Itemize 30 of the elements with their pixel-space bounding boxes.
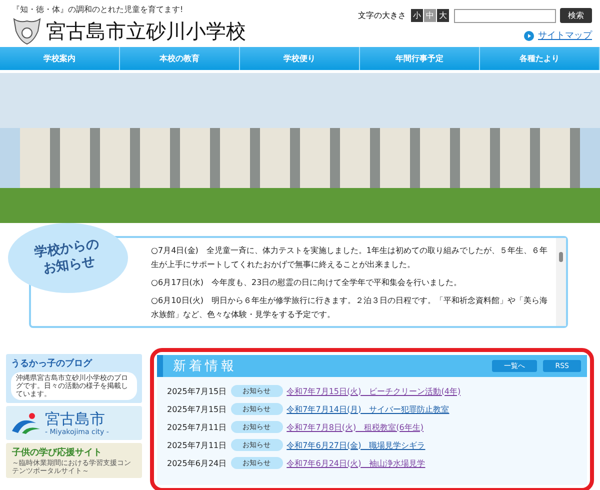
play-circle-icon	[524, 30, 534, 40]
font-size-label: 文字の大きさ	[358, 10, 406, 21]
font-size-button[interactable]: 大	[437, 9, 449, 22]
news-date: 2025年7月11日	[167, 422, 227, 432]
tagline: 『知・徳・体』の調和のとれた児童を育てます!	[12, 4, 184, 15]
school-name: 宮古島市立砂川小学校	[46, 18, 246, 44]
banner-title: 子供の学び応援サイト	[12, 446, 103, 459]
news-date: 2025年6月24日	[167, 458, 227, 468]
banner-title: 宮古島市	[45, 410, 106, 428]
news-date: 2025年7月15日	[167, 386, 227, 396]
news-link[interactable]: 令和7年7月15日(火) ビーチクリーン活動(4年)	[286, 386, 461, 396]
news-link[interactable]: 令和7年6月24日(火) 袖山浄水場見学	[286, 458, 426, 468]
city-logo-icon	[10, 411, 42, 435]
news-date: 2025年7月11日	[167, 440, 227, 450]
notice-text: ○6月10日(火) 明日から６年生が修学旅行に行きます。２泊３日の日程です。「平和祈念資料館」や「美ら海水族館」など、色々な体験・見学をする予定です。	[151, 295, 548, 321]
font-size-button[interactable]: 小	[411, 9, 423, 22]
news-link[interactable]: 令和7年6月27日(金) 職場見学シギラ	[286, 440, 426, 450]
notice-text: ○7月4日(金) 全児童一斉に、体力テストを実施しました。1年生は初めての取り組みでしたが、５年生、６年生が上手にサポートしてくれたおかげで無事に終えることが出来ました。	[151, 245, 548, 271]
news-date: 2025年7月15日	[167, 404, 227, 414]
notice-text: ○6月17日(水) 今年度も、23日の慰霊の日に向けて全学年で平和集会を行いました。	[151, 277, 463, 289]
search-button[interactable]: 検索	[560, 8, 592, 23]
school-emblem-icon	[12, 17, 42, 45]
notice-heading: 学校からのお知らせ	[32, 236, 101, 278]
news-link[interactable]: 令和7年7月8日(火) 租税教室(6年生)	[286, 422, 424, 432]
sitemap-link[interactable]: サイトマップ	[538, 29, 592, 42]
scrollbar[interactable]	[556, 238, 566, 326]
search-field[interactable]	[454, 8, 556, 22]
news-heading: 新着情報	[173, 358, 237, 375]
news-link[interactable]: 令和7年7月14日(月) サイバー犯罪防止教室	[286, 404, 450, 414]
banner-title: うるかっ子のブログ	[11, 357, 94, 370]
